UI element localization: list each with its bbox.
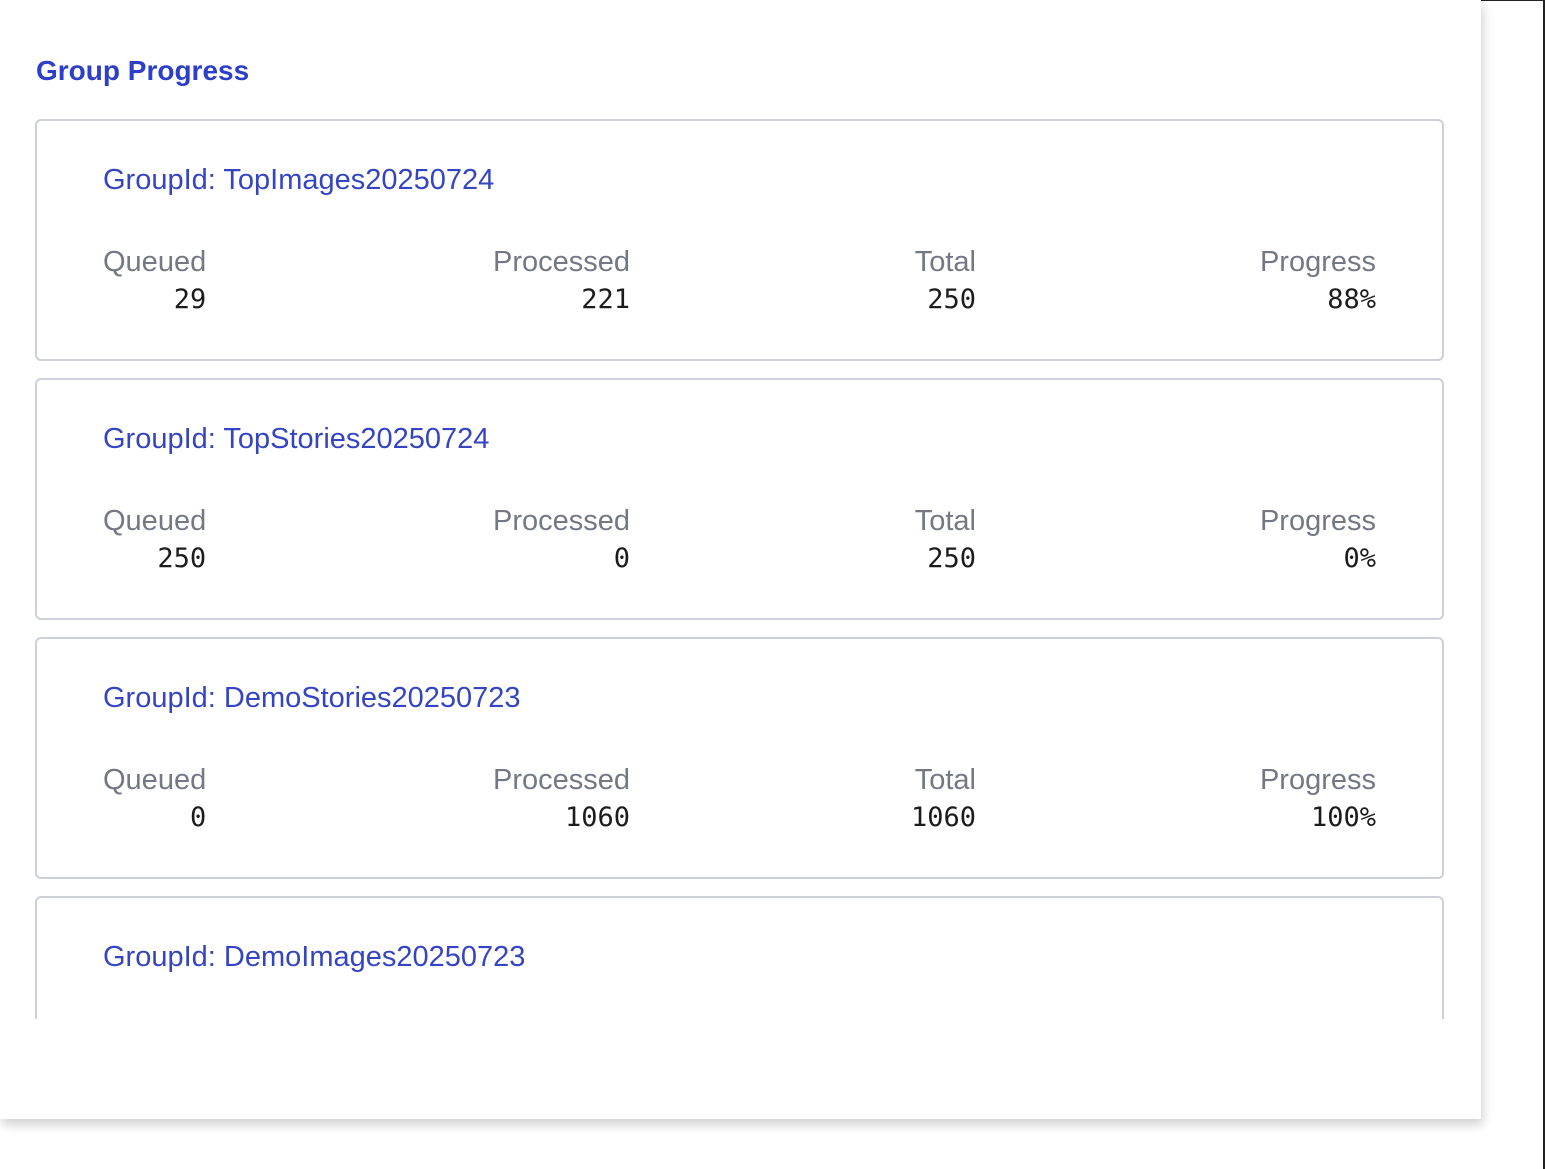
total-value: 250	[927, 284, 976, 315]
queued-label: Queued	[103, 764, 207, 796]
total-label: Total	[914, 764, 976, 796]
queued-label: Queued	[103, 505, 207, 537]
total-stat: Total 1060	[911, 761, 976, 837]
progress-stat: Progress 100%	[1260, 761, 1376, 837]
total-stat: Total 250	[915, 502, 976, 578]
total-value: 1060	[910, 802, 976, 833]
queued-value: 0	[189, 802, 207, 833]
group-id-title: GroupId: DemoStories20250723	[103, 682, 521, 714]
processed-stat: Processed 221	[493, 243, 630, 319]
progress-label: Progress	[1259, 764, 1376, 796]
group-id-title: GroupId: DemoImages20250723	[103, 941, 526, 973]
processed-value: 0	[613, 543, 630, 574]
total-value: 250	[927, 543, 976, 574]
processed-stat: Processed 0	[493, 502, 630, 578]
progress-stat: Progress 0%	[1260, 502, 1376, 578]
panel-title: Group Progress	[36, 55, 250, 86]
group-card: GroupId: TopImages20250724 Queued 29 Pro…	[35, 119, 1444, 361]
group-list[interactable]: GroupId: TopImages20250724 Queued 29 Pro…	[35, 119, 1445, 1019]
progress-label: Progress	[1259, 246, 1376, 278]
total-label: Total	[914, 505, 976, 537]
progress-value: 100%	[1310, 802, 1376, 833]
group-card: GroupId: DemoStories20250723 Queued 0 Pr…	[35, 637, 1444, 879]
queued-stat: Queued 29	[103, 243, 206, 319]
processed-label: Processed	[492, 764, 630, 796]
processed-value: 221	[581, 284, 630, 315]
group-card: GroupId: TopStories20250724 Queued 250 P…	[35, 378, 1444, 620]
group-card: GroupId: DemoImages20250723	[35, 896, 1444, 1019]
total-label: Total	[914, 246, 976, 278]
processed-value: 1060	[564, 802, 630, 833]
processed-label: Processed	[492, 246, 630, 278]
progress-stat: Progress 88%	[1260, 243, 1376, 319]
queued-stat: Queued 0	[103, 761, 206, 837]
queued-label: Queued	[103, 246, 207, 278]
group-progress-panel: Group Progress GroupId: TopImages2025072…	[0, 0, 1481, 1119]
queued-stat: Queued 250	[103, 502, 206, 578]
progress-value: 88%	[1327, 284, 1376, 315]
queued-value: 29	[173, 284, 207, 315]
progress-label: Progress	[1259, 505, 1376, 537]
total-stat: Total 250	[915, 243, 976, 319]
progress-value: 0%	[1343, 543, 1376, 574]
group-id-title: GroupId: TopImages20250724	[103, 164, 495, 196]
processed-label: Processed	[492, 505, 630, 537]
group-id-title: GroupId: TopStories20250724	[103, 423, 490, 455]
queued-value: 250	[157, 543, 207, 574]
processed-stat: Processed 1060	[493, 761, 630, 837]
